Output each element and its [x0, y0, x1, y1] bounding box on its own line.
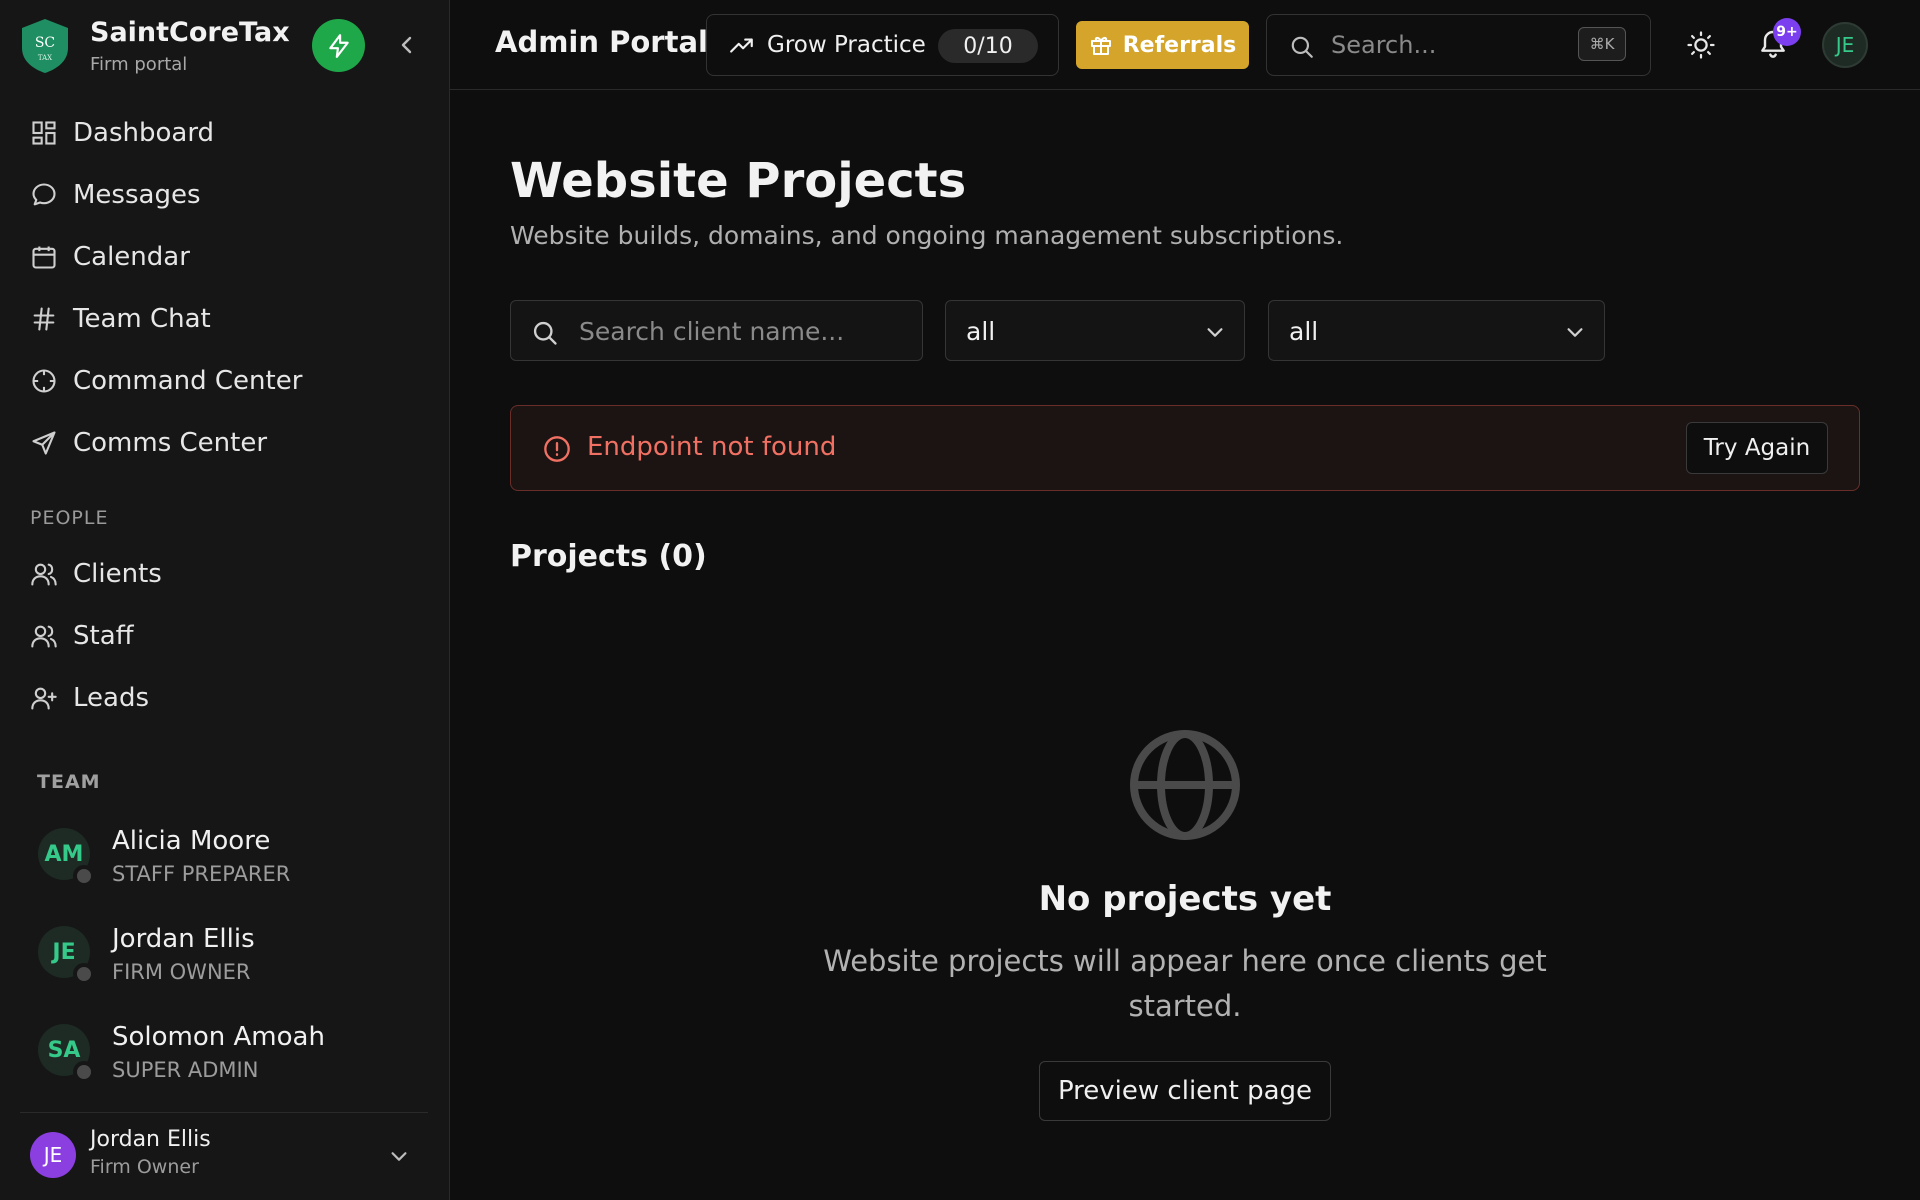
message-icon — [32, 183, 56, 206]
users-icon — [31, 625, 57, 648]
grow-practice-label: Grow Practice — [767, 32, 926, 58]
nav-item-command-center[interactable]: Command Center — [0, 350, 450, 412]
referrals-button[interactable]: Referrals — [1076, 21, 1249, 69]
error-message: Endpoint not found — [587, 432, 837, 462]
hash-icon — [33, 307, 55, 331]
member-role: STAFF PREPARER — [112, 862, 291, 886]
member-name: Solomon Amoah — [112, 1022, 325, 1052]
team-member[interactable]: JE Jordan Ellis FIRM OWNER — [0, 910, 450, 1008]
main-nav: Dashboard Messages Calendar Team Chat Co… — [0, 102, 450, 474]
brand-subtitle: Firm portal — [90, 54, 188, 75]
chevron-down-icon — [1567, 328, 1583, 337]
account-name: Jordan Ellis — [90, 1127, 211, 1152]
member-role: FIRM OWNER — [112, 960, 251, 984]
status-filter-select[interactable]: all — [945, 300, 1245, 361]
nav-label: Dashboard — [73, 118, 215, 148]
nav-item-calendar[interactable]: Calendar — [0, 226, 450, 288]
svg-text:SC: SC — [35, 35, 55, 51]
account-role: Firm Owner — [90, 1156, 199, 1178]
brand[interactable]: SC TAX SaintCoreTax Firm portal — [20, 16, 440, 80]
sidebar: SC TAX SaintCoreTax Firm portal Dashboar… — [0, 0, 450, 1200]
select-value: all — [1289, 317, 1319, 346]
nav-item-leads[interactable]: Leads — [0, 667, 450, 729]
empty-state-title: No projects yet — [1038, 879, 1332, 919]
status-indicator — [73, 1061, 95, 1083]
referrals-label: Referrals — [1122, 32, 1237, 58]
member-name: Jordan Ellis — [112, 924, 255, 954]
quick-actions-button[interactable] — [312, 19, 365, 72]
select-value: all — [966, 317, 996, 346]
account-menu[interactable]: JE Jordan Ellis Firm Owner — [20, 1112, 428, 1200]
keyboard-shortcut-badge: ⌘K — [1578, 27, 1626, 61]
gift-icon — [1090, 36, 1111, 55]
member-role: SUPER ADMIN — [112, 1058, 259, 1082]
search-icon — [1291, 36, 1313, 58]
page-title: Website Projects — [510, 153, 967, 209]
client-search-input[interactable]: Search client name... — [510, 300, 923, 361]
nav-label: Command Center — [73, 366, 303, 396]
global-search-input[interactable]: Search... ⌘K — [1266, 14, 1651, 76]
member-name: Alicia Moore — [112, 826, 271, 856]
team-list: AM Alicia Moore STAFF PREPARER JE Jordan… — [0, 812, 450, 1106]
nav-label: Clients — [73, 559, 162, 589]
portal-title: Admin Portal — [495, 25, 708, 59]
top-header: Admin Portal Grow Practice 0/10 Referral… — [450, 0, 1920, 90]
team-member[interactable]: SA Solomon Amoah SUPER ADMIN — [0, 1008, 450, 1106]
nav-label: Staff — [73, 621, 134, 651]
search-placeholder: Search client name... — [579, 317, 845, 346]
grow-practice-button[interactable]: Grow Practice 0/10 — [706, 14, 1059, 76]
trending-up-icon — [730, 38, 753, 53]
nav-item-staff[interactable]: Staff — [0, 605, 450, 667]
alert-circle-icon — [544, 436, 570, 462]
avatar: JE — [30, 1132, 76, 1178]
notification-count-badge: 9+ — [1773, 18, 1801, 46]
nav-item-comms-center[interactable]: Comms Center — [0, 412, 450, 474]
error-alert: Endpoint not found Try Again — [510, 405, 1860, 491]
section-label-team: TEAM — [37, 771, 101, 793]
projects-section-title: Projects (0) — [510, 539, 707, 574]
user-plus-icon — [31, 687, 57, 710]
type-filter-select[interactable]: all — [1268, 300, 1605, 361]
nav-item-dashboard[interactable]: Dashboard — [0, 102, 450, 164]
lightning-icon — [328, 33, 349, 58]
dashboard-icon — [32, 121, 56, 145]
chevron-down-icon — [391, 1152, 407, 1161]
nav-item-team-chat[interactable]: Team Chat — [0, 288, 450, 350]
empty-state-text: Website projects will appear here once c… — [823, 944, 1547, 1023]
people-nav: Clients Staff Leads — [0, 543, 450, 729]
brand-name: SaintCoreTax — [90, 17, 290, 48]
grow-practice-count: 0/10 — [938, 29, 1038, 63]
send-icon — [32, 431, 56, 455]
section-label-people: PEOPLE — [30, 507, 109, 529]
nav-label: Leads — [73, 683, 150, 713]
main-content: Website Projects Website builds, domains… — [450, 91, 1920, 1200]
crosshair-icon — [32, 369, 56, 393]
theme-toggle-sun-icon[interactable] — [1686, 30, 1716, 60]
user-avatar-button[interactable]: JE — [1822, 22, 1868, 68]
preview-client-page-button[interactable]: Preview client page — [1039, 1061, 1331, 1121]
team-member[interactable]: AM Alicia Moore STAFF PREPARER — [0, 812, 450, 910]
try-again-button[interactable]: Try Again — [1686, 422, 1828, 474]
svg-text:TAX: TAX — [38, 54, 52, 62]
shield-logo-icon: SC TAX — [22, 19, 68, 73]
status-indicator — [73, 865, 95, 887]
search-icon — [533, 321, 557, 345]
calendar-icon — [32, 246, 56, 269]
nav-label: Calendar — [73, 242, 190, 272]
search-placeholder: Search... — [1331, 31, 1437, 59]
chevron-left-icon — [401, 36, 412, 54]
users-icon — [31, 563, 57, 586]
nav-label: Messages — [73, 180, 201, 210]
nav-label: Team Chat — [73, 304, 211, 334]
nav-label: Comms Center — [73, 428, 268, 458]
globe-icon — [1130, 730, 1240, 840]
nav-item-clients[interactable]: Clients — [0, 543, 450, 605]
chevron-down-icon — [1207, 328, 1223, 337]
collapse-sidebar-button[interactable] — [395, 30, 419, 60]
status-indicator — [73, 963, 95, 985]
nav-item-messages[interactable]: Messages — [0, 164, 450, 226]
page-subtitle: Website builds, domains, and ongoing man… — [510, 221, 1344, 250]
